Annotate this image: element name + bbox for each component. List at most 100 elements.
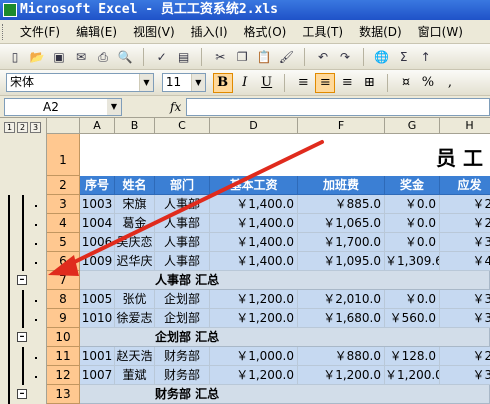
data-cell[interactable]: ￥2, (440, 214, 490, 233)
menu-tools[interactable]: 工具(T) (294, 20, 351, 43)
outline-level-1-button[interactable]: 1 (4, 122, 15, 133)
data-cell[interactable]: ￥3, (440, 309, 490, 328)
data-cell[interactable]: ￥0.0 (385, 233, 440, 252)
percent-button[interactable]: % (418, 73, 438, 93)
data-cell[interactable]: ￥2,010.0 (298, 290, 385, 309)
data-cell[interactable]: ￥4, (440, 252, 490, 271)
data-cell[interactable]: ￥1,680.0 (298, 309, 385, 328)
format-painter-icon[interactable]: 🖌 (276, 47, 296, 67)
data-cell[interactable]: ￥3, (440, 290, 490, 309)
redo-icon[interactable]: ↷ (335, 47, 355, 67)
align-center-icon[interactable]: ≡ (315, 73, 336, 93)
permission-icon[interactable]: ✉ (71, 47, 91, 67)
name-box[interactable]: A2 ▼ (4, 98, 122, 116)
data-cell[interactable]: 财务部 (155, 347, 210, 366)
data-cell[interactable]: ￥1,200.0 (210, 309, 298, 328)
paste-icon[interactable]: 📋 (254, 47, 274, 67)
menu-window[interactable]: 窗口(W) (410, 20, 471, 43)
row-header-6[interactable]: 6 (47, 252, 80, 271)
sort-ascending-icon[interactable]: ↑ (416, 47, 436, 67)
data-cell[interactable]: ￥1,400.0 (210, 233, 298, 252)
font-name-select[interactable]: 宋体 ▼ (6, 73, 154, 92)
print-preview-icon[interactable]: 🔍 (115, 47, 135, 67)
data-cell[interactable]: ￥2, (440, 195, 490, 214)
data-cell[interactable]: ￥3, (440, 233, 490, 252)
font-size-select[interactable]: 11 ▼ (161, 73, 206, 92)
menu-grip[interactable] (2, 24, 5, 40)
data-cell[interactable]: 财务部 (155, 366, 210, 385)
data-cell[interactable]: ￥1,200.0 (298, 366, 385, 385)
data-cell[interactable]: ￥2, (440, 347, 490, 366)
column-header-a[interactable]: A (80, 118, 115, 134)
autosum-icon[interactable]: Σ (394, 47, 414, 67)
column-title-cell[interactable]: 基本工资 (210, 176, 298, 195)
column-title-cell[interactable]: 奖金 (385, 176, 440, 195)
data-cell[interactable]: 1010 (80, 309, 115, 328)
italic-button[interactable]: I (235, 73, 255, 93)
data-cell[interactable]: 人事部 (155, 233, 210, 252)
merge-center-icon[interactable]: ⊞ (359, 73, 379, 93)
data-cell[interactable]: 1006 (80, 233, 115, 252)
column-header-h[interactable]: H (440, 118, 490, 134)
data-cell[interactable]: 迟华庆 (115, 252, 155, 271)
data-cell[interactable]: 1009 (80, 252, 115, 271)
column-title-cell[interactable]: 应发 (440, 176, 490, 195)
formula-input[interactable] (186, 98, 490, 116)
data-cell[interactable]: ￥0.0 (385, 290, 440, 309)
data-cell[interactable]: ￥1,400.0 (210, 214, 298, 233)
data-cell[interactable]: ￥1,400.0 (210, 195, 298, 214)
undo-icon[interactable]: ↶ (313, 47, 333, 67)
data-cell[interactable]: 人事部 (155, 252, 210, 271)
menu-data[interactable]: 数据(D) (351, 20, 410, 43)
data-cell[interactable]: 1007 (80, 366, 115, 385)
subtotal-row[interactable] (80, 271, 490, 290)
row-header-11[interactable]: 11 (47, 347, 80, 366)
open-icon[interactable]: 📂 (27, 47, 47, 67)
data-cell[interactable]: ￥1,000.0 (210, 347, 298, 366)
print-icon[interactable]: ⎙ (93, 47, 113, 67)
data-cell[interactable]: 赵天浩 (115, 347, 155, 366)
currency-icon[interactable]: ¤ (396, 73, 416, 93)
data-cell[interactable]: 1004 (80, 214, 115, 233)
column-header-f[interactable]: F (298, 118, 385, 134)
row-header-9[interactable]: 9 (47, 309, 80, 328)
row-header-4[interactable]: 4 (47, 214, 80, 233)
row-header-5[interactable]: 5 (47, 233, 80, 252)
align-left-icon[interactable]: ≡ (293, 73, 313, 93)
row-header-1[interactable]: 1 (47, 134, 80, 176)
hyperlink-icon[interactable]: 🌐 (372, 47, 392, 67)
data-cell[interactable]: 董斌 (115, 366, 155, 385)
align-right-icon[interactable]: ≡ (337, 73, 357, 93)
data-cell[interactable]: 1001 (80, 347, 115, 366)
row-header-8[interactable]: 8 (47, 290, 80, 309)
menu-view[interactable]: 视图(V) (125, 20, 183, 43)
data-cell[interactable]: ￥1,700.0 (298, 233, 385, 252)
row-header-13[interactable]: 13 (47, 385, 80, 404)
menu-file[interactable]: 文件(F) (12, 20, 68, 43)
row-header-3[interactable]: 3 (47, 195, 80, 214)
data-cell[interactable]: ￥885.0 (298, 195, 385, 214)
copy-icon[interactable]: ❐ (232, 47, 252, 67)
outline-level-3-button[interactable]: 3 (30, 122, 41, 133)
data-cell[interactable]: ￥1,065.0 (298, 214, 385, 233)
outline-level-2-button[interactable]: 2 (17, 122, 28, 133)
column-header-b[interactable]: B (115, 118, 155, 134)
insert-function-icon[interactable]: fx (170, 98, 181, 116)
data-cell[interactable]: ￥880.0 (298, 347, 385, 366)
data-cell[interactable]: 1005 (80, 290, 115, 309)
data-cell[interactable]: ￥1,309.6 (385, 252, 440, 271)
research-icon[interactable]: ▤ (174, 47, 194, 67)
select-all-corner[interactable] (47, 118, 80, 134)
column-title-cell[interactable]: 序号 (80, 176, 115, 195)
column-title-cell[interactable]: 姓名 (115, 176, 155, 195)
collapse-group-icon[interactable]: – (17, 389, 27, 399)
cut-icon[interactable]: ✂ (210, 47, 230, 67)
menu-format[interactable]: 格式(O) (236, 20, 295, 43)
spelling-icon[interactable]: ✓ (152, 47, 172, 67)
subtotal-row[interactable] (80, 385, 490, 404)
data-cell[interactable]: ￥1,200.0 (210, 290, 298, 309)
data-cell[interactable]: 徐爱志 (115, 309, 155, 328)
data-cell[interactable]: ￥128.0 (385, 347, 440, 366)
data-cell[interactable]: ￥1,400.0 (210, 252, 298, 271)
new-icon[interactable]: ▯ (5, 47, 25, 67)
